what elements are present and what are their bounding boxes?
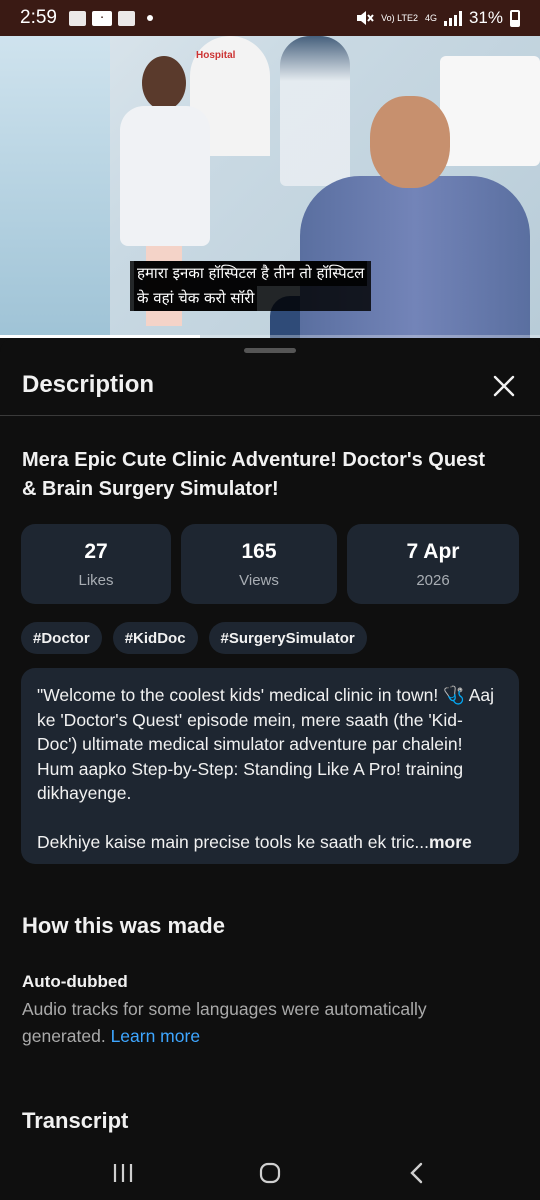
description-box[interactable]: "Welcome to the coolest kids' medical cl…	[21, 668, 519, 864]
video-player[interactable]: Hospital हमारा इनका हॉस्पिटल है तीन तो ह…	[0, 36, 540, 338]
caption-line-2: के वहां चेक करो सॉरी	[134, 286, 258, 311]
auto-dubbed-description: Audio tracks for some languages were aut…	[22, 999, 427, 1046]
news-notification-icon	[117, 10, 135, 26]
description-paragraph-2: Dekhiye kaise main precise tools ke saat…	[37, 830, 503, 855]
learn-more-link[interactable]: Learn more	[111, 1026, 201, 1046]
auto-dubbed-title: Auto-dubbed	[22, 972, 128, 991]
volte-indicator: Vo) LTE2	[381, 12, 418, 23]
stats-row: 27 Likes 165 Views 7 Apr 2026	[21, 524, 519, 604]
paytm-notification-icon: ▪	[91, 10, 112, 26]
more-link[interactable]: more	[429, 832, 472, 852]
how-made-heading: How this was made	[22, 913, 225, 938]
status-bar: 2:59 ▪ Vo) LTE2 4G 31%	[0, 0, 540, 36]
drag-handle[interactable]	[244, 348, 296, 353]
signal-icon	[443, 10, 462, 26]
description-paragraph-1: "Welcome to the coolest kids' medical cl…	[37, 685, 495, 803]
recents-button[interactable]	[103, 1153, 143, 1193]
views-label: Views	[239, 571, 279, 589]
recents-icon	[114, 1164, 133, 1182]
likes-count: 27	[84, 539, 108, 563]
hashtag-chip[interactable]: #SurgerySimulator	[208, 622, 367, 654]
back-button[interactable]	[397, 1153, 437, 1193]
publish-year: 2026	[416, 571, 450, 589]
description-sheet: Description Mera Epic Cute Clinic Advent…	[0, 338, 540, 1146]
status-time: 2:59	[20, 7, 57, 28]
home-button[interactable]	[250, 1153, 290, 1193]
auto-dubbed-text: Audio tracks for some languages were aut…	[22, 996, 502, 1050]
wall-decoration	[0, 36, 110, 338]
transcript-heading[interactable]: Transcript	[22, 1108, 128, 1134]
close-icon	[493, 375, 515, 397]
sheet-title: Description	[22, 371, 155, 398]
hashtag-chip[interactable]: #KidDoc	[112, 622, 198, 654]
description-truncated-text: Dekhiye kaise main precise tools ke saat…	[37, 831, 429, 852]
system-status-icons: Vo) LTE2 4G 31%	[356, 8, 520, 28]
caption-line-1: हमारा इनका हॉस्पिटल है तीन तो हॉस्पिटल	[134, 261, 368, 286]
likes-label: Likes	[78, 571, 114, 589]
video-title: Mera Epic Cute Clinic Adventure! Doctor'…	[22, 449, 485, 500]
date-stat: 7 Apr 2026	[347, 524, 519, 604]
hashtag-chip[interactable]: #Doctor	[21, 622, 102, 654]
views-count: 165	[241, 539, 277, 563]
hashtag-row: #Doctor #KidDoc #SurgerySimulator	[21, 622, 367, 654]
back-icon	[409, 1162, 422, 1184]
battery-icon	[510, 9, 520, 27]
battery-percent: 31%	[468, 8, 503, 27]
publish-date: 7 Apr	[406, 539, 460, 563]
video-captions: हमारा इनका हॉस्पिटल है तीन तो हॉस्पिटल क…	[130, 261, 372, 311]
system-nav-bar	[0, 1146, 540, 1200]
network-type: 4G	[424, 12, 437, 23]
home-icon	[259, 1162, 281, 1184]
close-button[interactable]	[486, 368, 522, 404]
more-notifications-dot-icon	[146, 15, 153, 21]
gallery-notification-icon	[68, 10, 86, 26]
mute-icon	[357, 11, 374, 25]
sheet-header: Description	[0, 364, 540, 416]
views-stat: 165 Views	[181, 524, 337, 604]
likes-stat: 27 Likes	[21, 524, 171, 604]
notification-icons: ▪	[68, 10, 153, 26]
